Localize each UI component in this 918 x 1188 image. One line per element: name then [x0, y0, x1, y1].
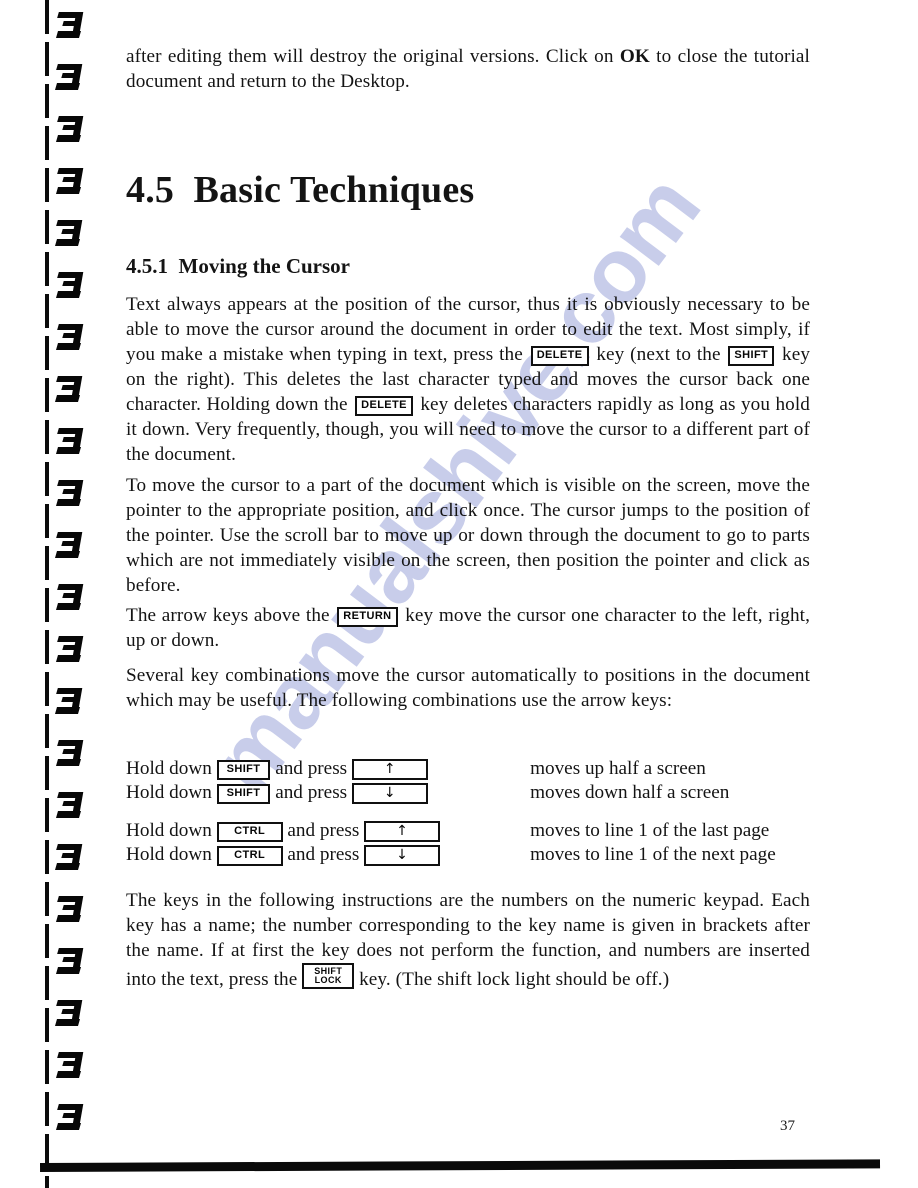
chapter-heading: 4.5 Basic Techniques	[126, 168, 474, 212]
table-row: Hold down SHIFT and press ↑ moves up hal…	[126, 757, 810, 781]
table-row: Hold down CTRL and press ↑ moves to line…	[126, 819, 810, 843]
chapter-heading-gap	[174, 169, 193, 211]
hold-down-label: Hold down	[126, 758, 212, 779]
paragraph-numeric-keypad: The keys in the following instructions a…	[126, 888, 810, 992]
spacer-cell	[476, 805, 810, 819]
section-heading: 4.5.1 Moving the Cursor	[126, 254, 350, 279]
binding-coil	[54, 688, 83, 714]
key-combination-table: Hold down SHIFT and press ↑ moves up hal…	[126, 757, 810, 867]
and-press-label: and press	[275, 782, 348, 803]
modifier-key-glyph: CTRL	[216, 846, 283, 866]
modifier-key-glyph: CTRL	[216, 822, 283, 842]
delete-key-glyph-2: DELETE	[355, 396, 413, 416]
modifier-key-glyph: SHIFT	[216, 760, 271, 780]
intro-text-before: after editing them will destroy the orig…	[126, 46, 620, 67]
key-combo-description: moves to line 1 of the next page	[530, 844, 776, 865]
binding-coil	[55, 948, 84, 974]
binding-coil	[55, 792, 84, 818]
footer-black-bar	[40, 1159, 881, 1172]
binding-coil	[55, 480, 84, 506]
intro-paragraph: after editing them will destroy the orig…	[126, 44, 810, 94]
shift-lock-key-glyph: SHIFT LOCK	[302, 963, 355, 989]
table-row: Hold down SHIFT and press ↓ moves down h…	[126, 781, 810, 805]
section-number: 4.5.1	[126, 254, 168, 278]
key-combination-table-body: Hold down SHIFT and press ↑ moves up hal…	[126, 757, 810, 867]
delete-key-glyph: DELETE	[530, 346, 589, 366]
binding-coil	[55, 428, 84, 454]
shift-lock-line-2: LOCK	[314, 975, 342, 985]
binding-coil	[55, 1052, 84, 1078]
chapter-number: 4.5	[126, 169, 175, 211]
binding-coil	[55, 636, 84, 662]
key-combo-description: moves up half a screen	[530, 758, 706, 779]
arrow-up-key-glyph: ↑	[351, 759, 428, 780]
paragraph-pointer-click: To move the cursor to a part of the docu…	[126, 475, 810, 596]
and-press-label: and press	[287, 820, 360, 841]
page-number: 37	[780, 1118, 795, 1134]
paragraph-arrow-keys: The arrow keys above the RETURN key move…	[126, 603, 810, 653]
table-row-spacer	[126, 805, 810, 819]
binding-coil	[55, 116, 84, 142]
key-combo-description: moves to line 1 of the last page	[530, 820, 770, 841]
section-title: Moving the Cursor	[178, 254, 351, 278]
and-press-label: and press	[275, 758, 348, 779]
binding-coil	[55, 272, 84, 298]
key-combo-cell: Hold down CTRL and press ↑	[126, 819, 476, 843]
binding-coil	[55, 12, 84, 38]
paragraph-cursor-basics: Text always appears at the position of t…	[126, 292, 810, 467]
arrow-up-key-glyph: ↑	[364, 821, 441, 842]
binding-coil	[54, 220, 83, 246]
key-combo-cell: Hold down SHIFT and press ↓	[126, 781, 476, 805]
binding-coil	[55, 896, 84, 922]
binding-coil	[55, 740, 84, 766]
binding-coil	[55, 1104, 84, 1130]
binding-coil	[54, 532, 83, 558]
p1-segment-2: key (next to the	[590, 344, 727, 365]
spiral-binding	[0, 0, 110, 1188]
spacer-cell	[126, 805, 476, 819]
and-press-label: and press	[287, 844, 360, 865]
binding-rail	[45, 0, 49, 1188]
binding-coil	[54, 844, 83, 870]
arrow-down-key-glyph: ↓	[351, 783, 428, 804]
paragraph-key-combinations: Several key combinations move the cursor…	[126, 665, 810, 711]
binding-coil	[54, 1000, 83, 1026]
binding-coil	[54, 376, 83, 402]
return-key-glyph: RETURN	[337, 607, 398, 627]
hold-down-label: Hold down	[126, 820, 212, 841]
binding-coil	[54, 64, 83, 90]
key-combo-description: moves down half a screen	[530, 782, 730, 803]
key-combo-cell: Hold down SHIFT and press ↑	[126, 757, 476, 781]
shift-key-glyph: SHIFT	[728, 346, 775, 366]
binding-coil	[55, 324, 84, 350]
binding-coil	[55, 168, 84, 194]
table-row: Hold down CTRL and press ↓ moves to line…	[126, 843, 810, 867]
p3-segment-1: The arrow keys above the	[126, 605, 336, 626]
scanned-manual-page: manualshive.com after editing them will …	[0, 0, 918, 1188]
ok-emphasis: OK	[619, 46, 650, 67]
section-heading-gap	[168, 254, 179, 278]
hold-down-label: Hold down	[126, 844, 212, 865]
arrow-down-key-glyph: ↓	[364, 845, 441, 866]
p5-segment-2: key. (The shift lock light should be off…	[354, 969, 670, 990]
hold-down-label: Hold down	[126, 782, 212, 803]
chapter-title: Basic Techniques	[193, 169, 475, 211]
key-combo-cell: Hold down CTRL and press ↓	[126, 843, 476, 867]
modifier-key-glyph: SHIFT	[216, 784, 271, 804]
binding-coil	[55, 584, 84, 610]
